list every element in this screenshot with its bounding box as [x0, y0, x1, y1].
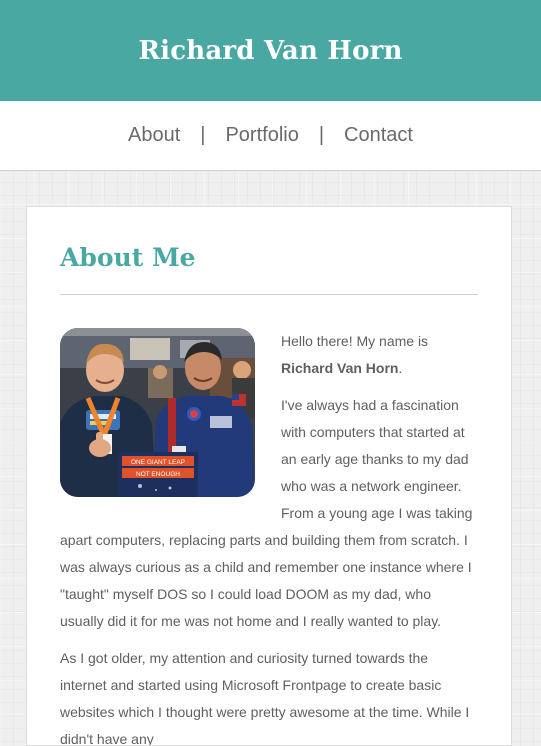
about-card: About Me ONE GIANT LEAP NOT ENOUGH Hello… — [26, 206, 512, 746]
nav-link-portfolio[interactable]: Portfolio — [225, 124, 298, 147]
nav-link-about[interactable]: About — [128, 124, 180, 147]
site-title: Richard Van Horn — [138, 35, 403, 66]
heading-divider — [60, 294, 478, 295]
book-title-line2: NOT ENOUGH — [136, 471, 180, 478]
book-title-line1: ONE GIANT LEAP — [131, 459, 185, 466]
site-header: Richard Van Horn — [0, 0, 541, 101]
nav-separator: | — [318, 124, 325, 146]
nav-link-contact[interactable]: Contact — [344, 124, 413, 147]
about-body: ONE GIANT LEAP NOT ENOUGH Hello there! M… — [60, 328, 478, 746]
intro-punctuation: . — [398, 360, 403, 376]
intro-name: Richard Van Horn — [281, 360, 399, 376]
internet-paragraph: As I got older, my attention and curiosi… — [60, 650, 470, 746]
about-heading: About Me — [60, 243, 196, 272]
intro-text: Hello there! My name is — [281, 333, 429, 349]
main-nav: About | Portfolio | Contact — [0, 101, 541, 171]
nav-separator: | — [200, 124, 206, 146]
profile-photo: ONE GIANT LEAP NOT ENOUGH — [60, 328, 255, 497]
